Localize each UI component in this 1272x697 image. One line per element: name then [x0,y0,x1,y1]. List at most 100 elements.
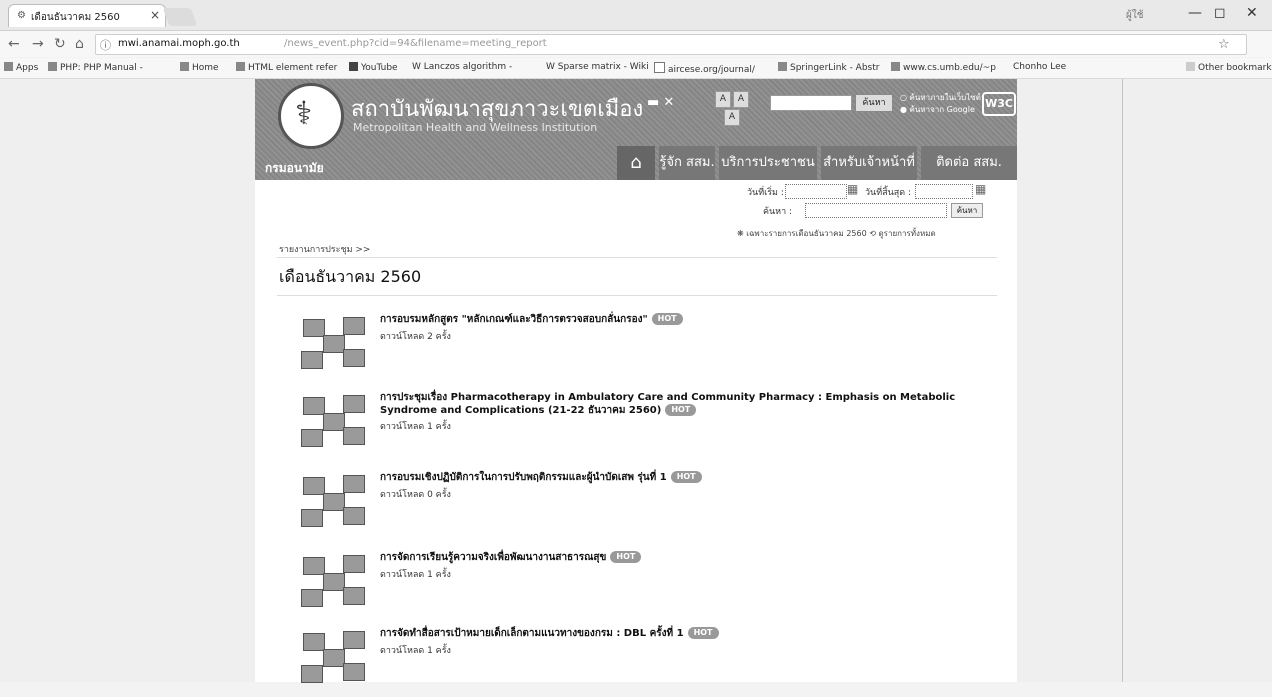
site-container: สถาบันพัฒนาสุขภาวะเขตเมือง Metropolitan … [255,79,1017,683]
apps-grid-icon [4,62,13,71]
nav-public-services[interactable]: บริการประชาชน [719,146,817,180]
page-viewport: สถาบันพัฒนาสุขภาวะเขตเมือง Metropolitan … [0,79,1272,683]
bookmark-item[interactable]: aircese.org/journal/ [654,62,755,75]
to-date-input[interactable] [915,184,973,199]
site-info-icon[interactable]: ⓘ [100,37,111,53]
hot-badge: HOT [610,551,642,563]
keyword-input[interactable] [805,203,947,218]
bookmark-item[interactable]: W Sparse matrix - Wiki [546,62,649,72]
list-item: การอบรมเชิงปฏิบัติการในการปรับพฤติกรรมแล… [285,471,995,541]
list-item: การอบรมหลักสูตร "หลักเกณฑ์และวิธีการตรวจ… [285,313,995,383]
breadcrumb[interactable]: รายงานการประชุม >> [279,242,370,256]
page-favicon-icon: ⚙ [17,10,26,21]
calendar-icon[interactable]: ▦ [975,182,986,196]
keyword-label: ค้นหา : [763,207,793,217]
bookmark-item[interactable]: Chonho Lee [1013,62,1066,72]
computers-thumbnail-icon [299,391,369,447]
header-search-input[interactable] [770,95,852,111]
item-title[interactable]: การจัดการเรียนรู้ความจริงเพื่อพัฒนางานสา… [380,551,1000,564]
hot-badge: HOT [670,471,702,483]
download-count: ดาวน์โหลด 1 ครั้ง [380,570,451,580]
search-option-google[interactable]: ● ค้นหาจาก Google [900,103,975,116]
filter-links: ❋ เฉพาะรายการเดือนธันวาคม 2560 ⟲ ดูรายกา… [737,229,936,238]
list-item: การจัดการเรียนรู้ความจริงเพื่อพัฒนางานสา… [285,551,995,621]
forward-icon[interactable]: → [32,36,44,52]
site-name-english: Metropolitan Health and Wellness Institu… [353,121,598,134]
computers-thumbnail-icon [299,627,369,683]
item-title[interactable]: การอบรมหลักสูตร "หลักเกณฑ์และวิธีการตรวจ… [380,313,1000,326]
url-bar[interactable]: ⓘ mwi.anamai.moph.go.th /news_event.php?… [95,34,1247,55]
to-date-label: วันที่สิ้นสุด : [865,188,912,198]
browser-tab[interactable]: ⚙ เดือนธันวาคม 2560 × [8,4,166,27]
item-title[interactable]: การจัดทำสื่อสารเป้าหมายเด็กเล็กตามแนวทาง… [380,627,1000,640]
list-item: การจัดทำสื่อสารเป้าหมายเด็กเล็กตามแนวทาง… [285,627,995,697]
department-name: กรมอนามัย [265,161,324,175]
divider [277,257,997,258]
bookmark-item[interactable]: YouTube [349,62,398,73]
tab-close-icon[interactable]: × [150,8,160,22]
item-title[interactable]: การอบรมเชิงปฏิบัติการในการปรับพฤติกรรมแล… [380,471,1000,484]
download-count: ดาวน์โหลด 1 ครั้ง [380,422,451,432]
link-this-month[interactable]: เฉพาะรายการเดือนธันวาคม 2560 [746,229,866,238]
hot-badge: HOT [651,313,683,325]
back-icon[interactable]: ← [8,36,20,52]
reload-icon[interactable]: ↻ [54,36,66,52]
bookmark-item[interactable]: SpringerLink - Abstr [778,62,879,73]
w3c-badge[interactable]: W3C [982,92,1016,116]
other-bookmarks[interactable]: Other bookmarks [1186,62,1272,73]
nav-about[interactable]: รู้จัก สสม. [659,146,715,180]
bookmark-item[interactable]: Apps [4,62,38,73]
link-all[interactable]: ดูรายการทั้งหมด [878,229,935,238]
bookmark-favicon-icon [236,62,245,71]
font-size-button[interactable]: A [715,91,731,108]
divider [277,295,997,296]
calendar-icon[interactable]: ▦ [847,182,858,196]
download-count: ดาวน์โหลด 2 ครั้ง [380,332,451,342]
bookmark-item[interactable]: W Lanczos algorithm - [412,62,512,72]
from-date-input[interactable] [785,184,847,199]
font-size-button[interactable]: A [733,91,749,108]
close-window-icon[interactable]: ✕ [1246,5,1258,21]
maximize-icon[interactable]: ◻ [1214,5,1226,21]
page-title: เดือนธันวาคม 2560 [279,267,422,286]
from-date-label: วันที่เริ่ม : [747,188,784,198]
profile-name[interactable]: ผู้ใช้ [1126,8,1144,23]
bookmarks-bar: Apps PHP: PHP Manual - Home HTML element… [0,58,1272,79]
bookmark-favicon-icon [891,62,900,71]
header-search-button[interactable]: ค้นหา [855,94,893,112]
bookmark-favicon-icon [778,62,787,71]
list-item: การประชุมเรื่อง Pharmacotherapy in Ambul… [285,391,995,461]
url-path: /news_event.php?cid=94&filename=meeting_… [284,38,547,49]
home-icon[interactable]: ⌂ [75,36,84,52]
nav-staff[interactable]: สำหรับเจ้าหน้าที่ [821,146,917,180]
bookmark-favicon-icon [180,62,189,71]
site-header: สถาบันพัฒนาสุขภาวะเขตเมือง Metropolitan … [255,79,1017,180]
tab-title: เดือนธันวาคม 2560 [31,12,120,23]
nav-contact[interactable]: ติดต่อ สสม. [921,146,1017,180]
bookmark-item[interactable]: HTML element refer [236,62,337,73]
computers-thumbnail-icon [299,551,369,607]
date-filter: วันที่เริ่ม : ▦ วันที่สิ้นสุด : ▦ ค้นหา … [725,182,1017,242]
font-size-button[interactable]: A [724,109,740,126]
hot-badge: HOT [687,627,719,639]
youtube-icon [349,62,358,71]
bookmark-item[interactable]: www.cs.umb.edu/~p [891,62,996,73]
divider [1122,79,1123,682]
browser-tab-strip: ⚙ เดือนธันวาคม 2560 × ผู้ใช้ — ◻ ✕ [0,0,1272,31]
folder-icon [1186,62,1195,71]
new-tab-button[interactable] [162,8,198,26]
filter-search-button[interactable]: ค้นหา [951,203,983,218]
url-host: mwi.anamai.moph.go.th [118,38,240,49]
item-title[interactable]: การประชุมเรื่อง Pharmacotherapy in Ambul… [380,391,1000,417]
download-count: ดาวน์โหลด 0 ครั้ง [380,490,451,500]
bookmark-star-icon[interactable]: ☆ [1218,37,1230,52]
bookmark-item[interactable]: PHP: PHP Manual - [48,62,143,73]
bookmark-item[interactable]: Home [180,62,219,73]
address-toolbar: ← → ↻ ⌂ ⓘ mwi.anamai.moph.go.th /news_ev… [0,31,1272,57]
bookmark-favicon-icon [48,62,57,71]
language-flags-icon[interactable]: ▬ ✕ [647,95,674,110]
ministry-logo-icon[interactable] [278,83,344,149]
nav-home-icon[interactable]: ⌂ [617,146,655,180]
minimize-icon[interactable]: — [1188,5,1202,21]
hot-badge: HOT [665,404,697,416]
